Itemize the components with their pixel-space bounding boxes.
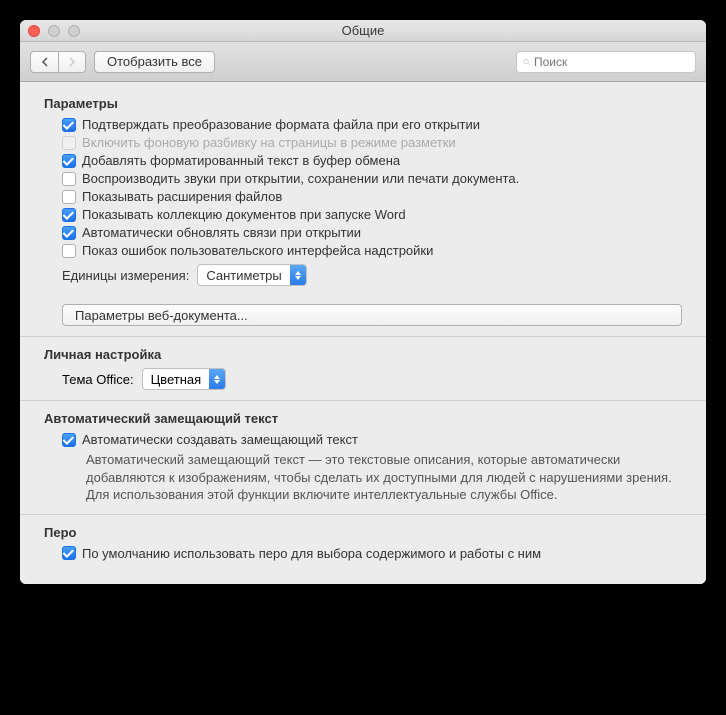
checkbox-icon (62, 136, 76, 150)
option-label: Автоматически обновлять связи при открыт… (82, 225, 361, 240)
search-field[interactable] (516, 51, 696, 73)
nav-group (30, 51, 86, 73)
option-formatted-clipboard[interactable]: Добавлять форматированный текст в буфер … (62, 153, 682, 168)
alttext-heading: Автоматический замещающий текст (44, 411, 682, 426)
checkbox-icon (62, 172, 76, 186)
close-window-button[interactable] (28, 25, 40, 37)
checkbox-icon (62, 154, 76, 168)
show-all-label: Отобразить все (107, 54, 202, 69)
separator (20, 400, 706, 401)
theme-select[interactable]: Цветная (142, 368, 227, 390)
checkbox-icon (62, 118, 76, 132)
option-play-sounds[interactable]: Воспроизводить звуки при открытии, сохра… (62, 171, 682, 186)
window-title: Общие (20, 23, 706, 38)
back-button[interactable] (30, 51, 58, 73)
option-label: По умолчанию использовать перо для выбор… (82, 546, 541, 561)
option-pen-select[interactable]: По умолчанию использовать перо для выбор… (62, 546, 682, 561)
chevron-left-icon (41, 57, 49, 67)
search-icon (523, 56, 530, 68)
theme-row: Тема Office: Цветная (44, 368, 682, 390)
params-heading: Параметры (44, 96, 682, 111)
search-input[interactable] (534, 55, 689, 69)
web-document-params-button[interactable]: Параметры веб-документа... (62, 304, 682, 326)
option-label: Автоматически создавать замещающий текст (82, 432, 358, 447)
option-label: Показывать коллекцию документов при запу… (82, 207, 406, 222)
theme-value: Цветная (151, 372, 202, 387)
select-arrows-icon (209, 369, 225, 389)
option-label: Включить фоновую разбивку на страницы в … (82, 135, 456, 150)
option-background-pagination: Включить фоновую разбивку на страницы в … (62, 135, 682, 150)
checkbox-icon (62, 244, 76, 258)
checkbox-icon (62, 226, 76, 240)
units-value: Сантиметры (206, 268, 281, 283)
option-auto-update-links[interactable]: Автоматически обновлять связи при открыт… (62, 225, 682, 240)
web-doc-label: Параметры веб-документа... (75, 308, 248, 323)
units-row: Единицы измерения: Сантиметры (62, 264, 682, 286)
zoom-window-button[interactable] (68, 25, 80, 37)
toolbar: Отобразить все (20, 42, 706, 82)
option-show-gallery[interactable]: Показывать коллекцию документов при запу… (62, 207, 682, 222)
checkbox-icon (62, 190, 76, 204)
option-show-extensions[interactable]: Показывать расширения файлов (62, 189, 682, 204)
titlebar: Общие (20, 20, 706, 42)
forward-button[interactable] (58, 51, 86, 73)
checkbox-icon (62, 546, 76, 560)
option-label: Показывать расширения файлов (82, 189, 282, 204)
chevron-right-icon (68, 57, 76, 67)
theme-label: Тема Office: (62, 372, 134, 387)
option-label: Воспроизводить звуки при открытии, сохра… (82, 171, 519, 186)
select-arrows-icon (290, 265, 306, 285)
alttext-description: Автоматический замещающий текст — это те… (44, 451, 682, 504)
separator (20, 336, 706, 337)
units-select[interactable]: Сантиметры (197, 264, 306, 286)
pen-heading: Перо (44, 525, 682, 540)
option-label: Добавлять форматированный текст в буфер … (82, 153, 400, 168)
personal-heading: Личная настройка (44, 347, 682, 362)
option-label: Показ ошибок пользовательского интерфейс… (82, 243, 433, 258)
option-confirm-format[interactable]: Подтверждать преобразование формата файл… (62, 117, 682, 132)
params-options: Подтверждать преобразование формата файл… (44, 117, 682, 286)
checkbox-icon (62, 208, 76, 222)
checkbox-icon (62, 433, 76, 447)
content: Параметры Подтверждать преобразование фо… (20, 82, 706, 584)
show-all-button[interactable]: Отобразить все (94, 51, 215, 73)
units-label: Единицы измерения: (62, 268, 189, 283)
separator (20, 514, 706, 515)
preferences-window: Общие Отобразить все Параметры (20, 20, 706, 584)
option-addin-errors[interactable]: Показ ошибок пользовательского интерфейс… (62, 243, 682, 258)
option-auto-alttext[interactable]: Автоматически создавать замещающий текст (62, 432, 682, 447)
option-label: Подтверждать преобразование формата файл… (82, 117, 480, 132)
traffic-lights (28, 25, 80, 37)
minimize-window-button[interactable] (48, 25, 60, 37)
